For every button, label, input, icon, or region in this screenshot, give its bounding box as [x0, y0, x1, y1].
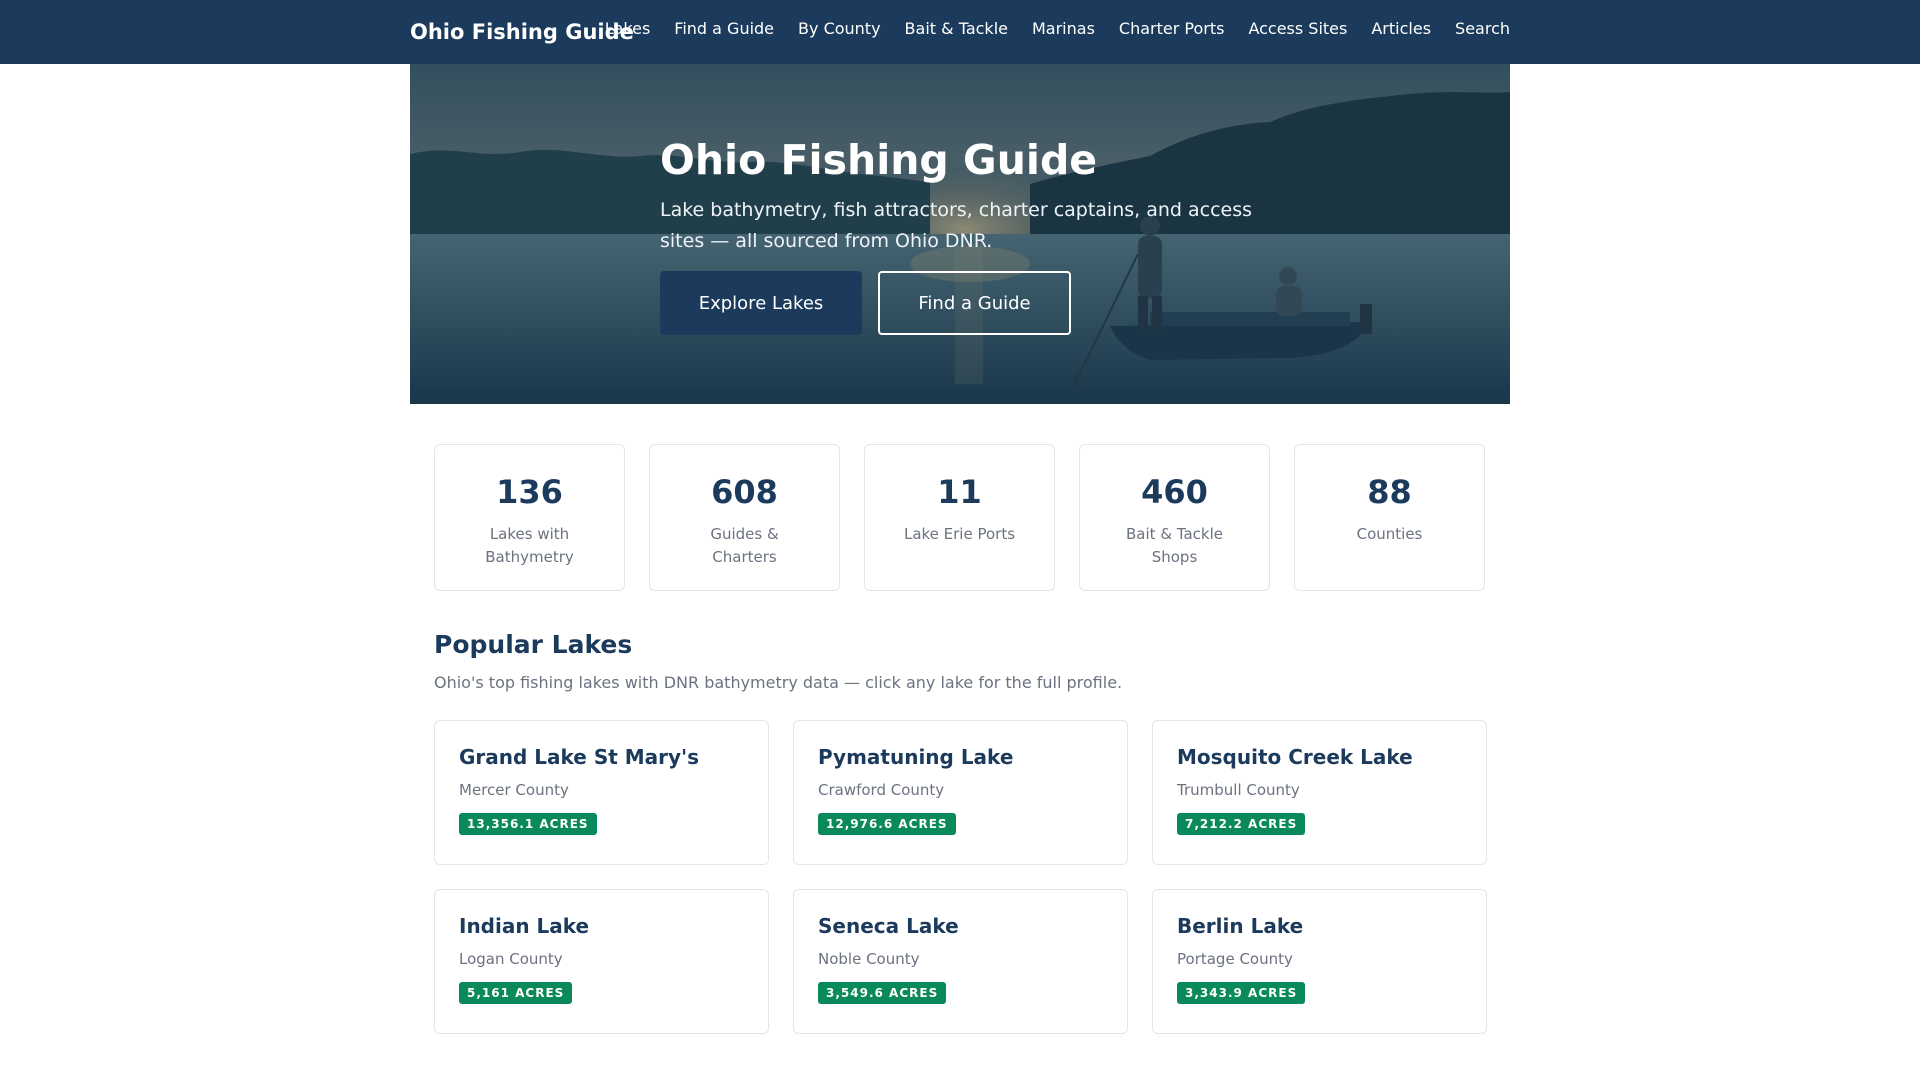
- lake-name: Seneca Lake: [818, 914, 959, 938]
- lake-name: Indian Lake: [459, 914, 590, 938]
- popular-lakes-subtitle: Ohio's top fishing lakes with DNR bathym…: [434, 673, 1123, 692]
- lake-name: Mosquito Creek Lake: [1177, 745, 1413, 769]
- hero-title: Ohio Fishing Guide: [660, 136, 1098, 184]
- hero-content: Ohio Fishing Guide Lake bathymetry, fish…: [660, 136, 1300, 256]
- nav-container: Ohio Fishing Guide Lakes Find a Guide By…: [410, 0, 1510, 64]
- nav-link-find-a-guide[interactable]: Find a Guide: [674, 19, 774, 38]
- acres-badge: 3,343.9 ACRES: [1177, 982, 1306, 1004]
- lake-county: Mercer County: [459, 781, 569, 799]
- brand-logo-link[interactable]: Ohio Fishing Guide: [410, 20, 634, 44]
- nav-link-bait-tackle[interactable]: Bait & Tackle: [905, 19, 1008, 38]
- stats-row: 136 Lakes with Bathymetry 608 Guides & C…: [434, 444, 1486, 591]
- nav-link-articles[interactable]: Articles: [1371, 19, 1431, 38]
- lake-county: Crawford County: [818, 781, 945, 799]
- hero-subtitle: Lake bathymetry, fish attractors, charte…: [660, 199, 1253, 252]
- popular-lakes-heading: Popular Lakes: [434, 630, 633, 659]
- nav-link-by-county[interactable]: By County: [798, 19, 881, 38]
- stat-label: Bait & Tackle Shops: [1126, 525, 1223, 566]
- stat-card-counties: 88 Counties: [1294, 444, 1485, 591]
- stat-value: 608: [711, 473, 778, 511]
- lake-county: Trumbull County: [1177, 781, 1300, 799]
- nav-link-charter-ports[interactable]: Charter Ports: [1119, 19, 1225, 38]
- lake-county: Noble County: [818, 950, 920, 968]
- stat-value: 460: [1141, 473, 1208, 511]
- nav-link-access-sites[interactable]: Access Sites: [1248, 19, 1347, 38]
- lake-card[interactable]: Mosquito Creek Lake Trumbull County 7,21…: [1152, 720, 1487, 865]
- nav-links: Lakes Find a Guide By County Bait & Tack…: [605, 19, 1510, 38]
- stat-label: Lakes with Bathymetry: [485, 525, 574, 566]
- stat-label: Lake Erie Ports: [903, 525, 1016, 543]
- stat-card-guides: 608 Guides & Charters: [649, 444, 840, 591]
- lake-name: Grand Lake St Mary's: [459, 745, 700, 769]
- lake-card[interactable]: Seneca Lake Noble County 3,549.6 ACRES: [793, 889, 1128, 1034]
- stat-value: 11: [937, 473, 982, 511]
- hero-banner: Ohio Fishing Guide Lake bathymetry, fish…: [410, 64, 1510, 404]
- stat-label: Counties: [1356, 525, 1423, 543]
- stat-label: Guides & Charters: [710, 525, 779, 566]
- explore-lakes-button[interactable]: Explore Lakes: [660, 271, 862, 335]
- nav-link-lakes[interactable]: Lakes: [605, 19, 651, 38]
- stat-card-lakes: 136 Lakes with Bathymetry: [434, 444, 625, 591]
- lake-card-grid: Grand Lake St Mary's Mercer County 13,35…: [434, 720, 1487, 1034]
- stat-card-ports: 11 Lake Erie Ports: [864, 444, 1055, 591]
- lake-card[interactable]: Indian Lake Logan County 5,161 ACRES: [434, 889, 769, 1034]
- top-navigation: Ohio Fishing Guide Lakes Find a Guide By…: [0, 0, 1920, 64]
- acres-badge: 13,356.1 ACRES: [459, 813, 597, 835]
- lake-county: Portage County: [1177, 950, 1293, 968]
- hero-buttons: Explore Lakes Find a Guide: [660, 271, 1071, 335]
- find-a-guide-button[interactable]: Find a Guide: [878, 271, 1071, 335]
- nav-link-marinas[interactable]: Marinas: [1032, 19, 1095, 38]
- acres-badge: 5,161 ACRES: [459, 982, 573, 1004]
- stat-card-bait-shops: 460 Bait & Tackle Shops: [1079, 444, 1270, 591]
- acres-badge: 12,976.6 ACRES: [818, 813, 956, 835]
- lake-card[interactable]: Grand Lake St Mary's Mercer County 13,35…: [434, 720, 769, 865]
- nav-link-search[interactable]: Search: [1455, 19, 1510, 38]
- acres-badge: 3,549.6 ACRES: [818, 982, 947, 1004]
- acres-badge: 7,212.2 ACRES: [1177, 813, 1306, 835]
- lake-name: Pymatuning Lake: [818, 745, 1014, 769]
- lake-name: Berlin Lake: [1177, 914, 1304, 938]
- stat-value: 136: [496, 473, 563, 511]
- lake-card[interactable]: Pymatuning Lake Crawford County 12,976.6…: [793, 720, 1128, 865]
- stat-value: 88: [1367, 473, 1412, 511]
- lake-card[interactable]: Berlin Lake Portage County 3,343.9 ACRES: [1152, 889, 1487, 1034]
- lake-county: Logan County: [459, 950, 563, 968]
